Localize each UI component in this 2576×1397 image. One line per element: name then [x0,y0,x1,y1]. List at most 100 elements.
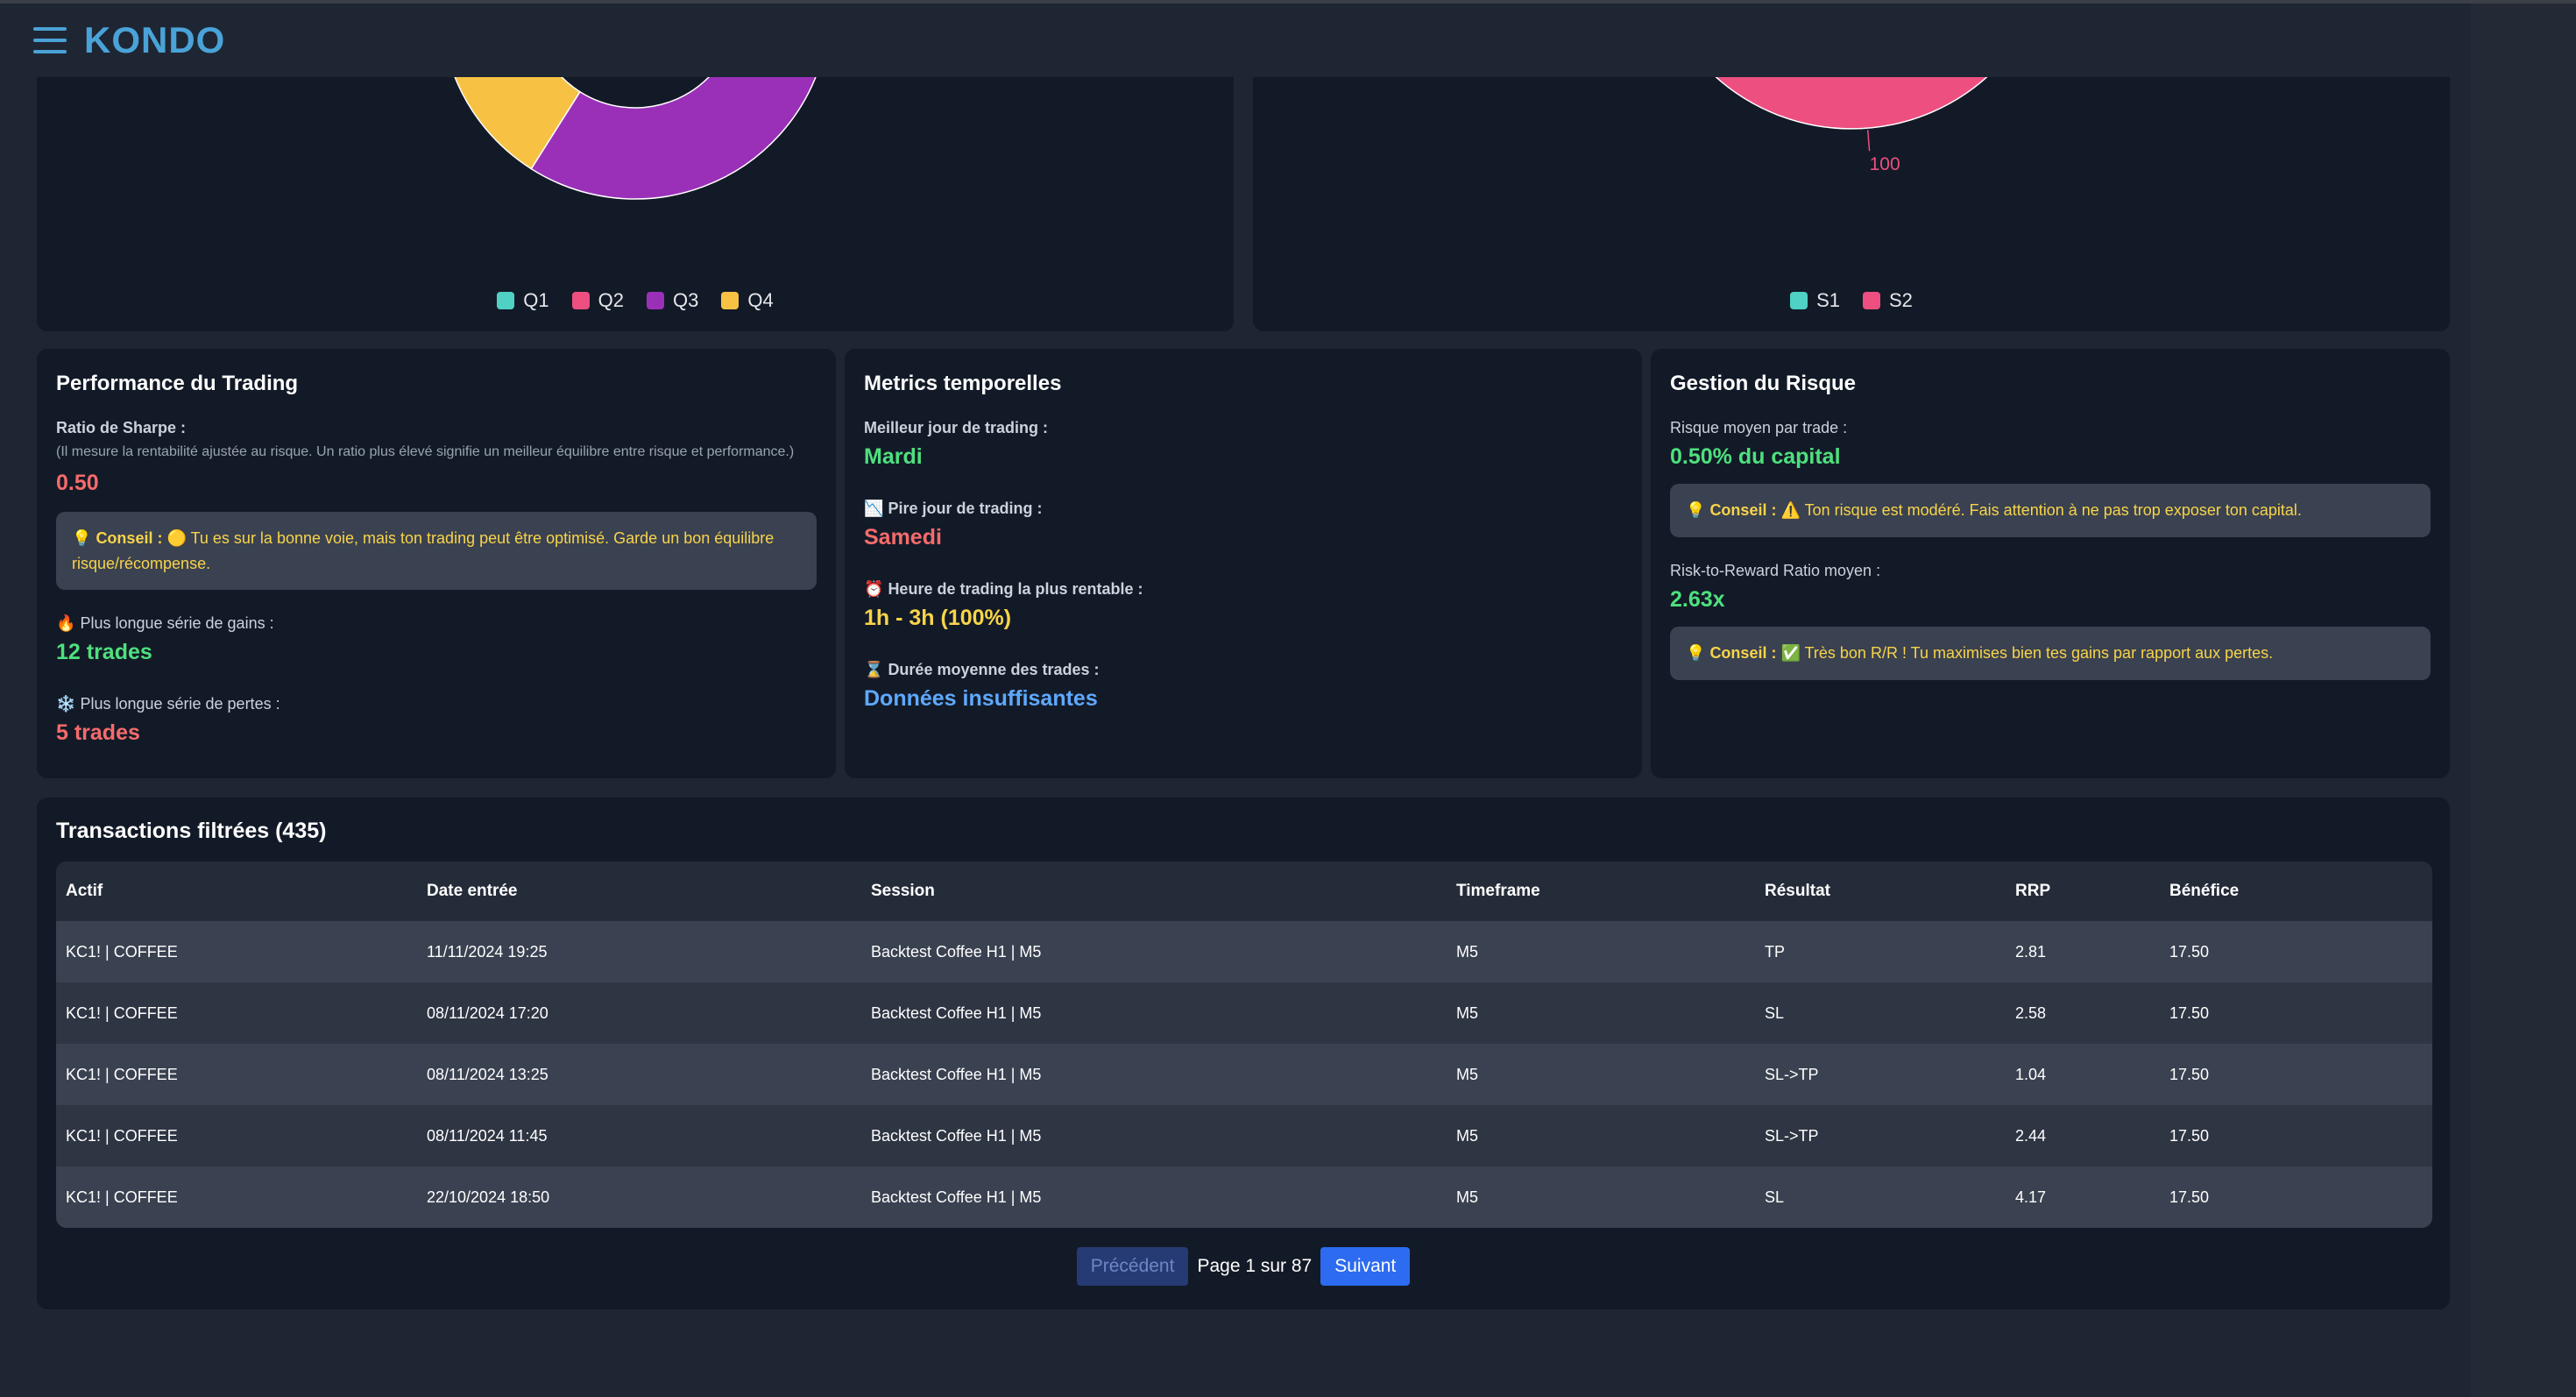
performance-card: Performance du Trading Ratio de Sharpe :… [37,349,836,778]
legend-item[interactable]: S1 [1790,289,1840,312]
column-header[interactable]: Date entrée [427,882,871,901]
table-cell: M5 [1456,1065,1479,1083]
table-cell: 17.50 [2169,1188,2210,1206]
table-cell: KC1! | COFFEE [66,1188,178,1206]
table-cell: 2.81 [2015,942,2047,961]
menu-icon[interactable] [33,27,67,53]
table-cell: 08/11/2024 17:20 [427,1003,548,1022]
legend-item[interactable]: Q4 [721,289,774,312]
column-header[interactable]: Résultat [1765,882,2015,901]
column-header[interactable]: RRP [2015,882,2169,901]
semester-pie-chart-card: 100 S1 S2 [1253,35,2450,331]
fire-icon: 🔥 [56,614,76,633]
transactions-card: Transactions filtrées (435) Actif Date en… [37,798,2450,1309]
avg-risk-label: Risque moyen par trade : [1670,419,1848,436]
risk-management-card: Gestion du Risque Risque moyen par trade… [1651,349,2450,778]
table-row[interactable]: KC1! | COFFEE 22/10/2024 18:50 Backtest Co… [56,1167,2432,1228]
sharpe-label: Ratio de Sharpe : [56,419,187,436]
data-label-connector [1866,130,1871,152]
temporal-title: Metrics temporelles [864,372,1062,395]
table-cell: TP [1765,942,1786,961]
rr-advice: 💡 Conseil : ✅ Très bon R/R ! Tu maximise… [1670,627,2431,680]
legend-label: Q1 [523,289,549,311]
worst-day-value: Samedi [864,525,942,550]
table-cell: Backtest Coffee H1 | M5 [871,942,1042,961]
column-header[interactable]: Timeframe [1456,882,1765,901]
table-cell: SL [1765,1188,1785,1206]
table-cell: 11/11/2024 19:25 [427,942,548,961]
legend-label: Q3 [673,289,699,311]
risk-title: Gestion du Risque [1670,372,1857,395]
table-cell: 17.50 [2169,1065,2210,1083]
lightbulb-icon: 💡 [72,529,92,548]
table-cell: 17.50 [2169,1126,2210,1145]
column-header[interactable]: Bénéfice [2169,882,2432,901]
win-streak-label: 🔥 Plus longue série de gains : [56,614,274,633]
best-day-value: Mardi [864,444,923,469]
hourglass-icon: ⌛ [864,661,884,679]
next-page-button[interactable]: Suivant [1320,1247,1411,1286]
table-cell: 17.50 [2169,1003,2210,1022]
table-cell: KC1! | COFFEE [66,1126,178,1145]
table-cell: Backtest Coffee H1 | M5 [871,1188,1042,1206]
column-header[interactable]: Session [871,882,1456,901]
sharpe-note: (Il mesure la rentabilité ajustée au ris… [56,444,795,459]
table-cell: 22/10/2024 18:50 [427,1188,550,1206]
pagination: Précédent Page 1 sur 87 Suivant [56,1247,2431,1286]
semester-pie-chart: 100 [1679,35,2024,174]
column-header[interactable]: Actif [56,882,427,901]
table-row[interactable]: KC1! | COFFEE 08/11/2024 13:25 Backtest Co… [56,1044,2432,1105]
legend-item[interactable]: Q2 [571,289,624,312]
lightbulb-icon: 💡 [1686,501,1706,520]
check-mark-icon: ✅ [1780,644,1801,663]
table-cell: KC1! | COFFEE [66,942,178,961]
alarm-clock-icon: ⏰ [864,580,884,599]
table-cell: 4.17 [2015,1188,2047,1206]
table-row[interactable]: KC1! | COFFEE 08/11/2024 11:45 Backtest Co… [56,1105,2432,1167]
best-hour-label: ⏰ Heure de trading la plus rentable : [864,580,1143,599]
table-row[interactable]: KC1! | COFFEE 11/11/2024 19:25 Backtest Co… [56,921,2432,982]
legend-swatch [497,292,515,309]
legend-label: Q4 [747,289,774,311]
legend-swatch [1863,292,1880,309]
avg-risk-value: 0.50% du capital [1670,444,1841,469]
best-hour-value: 1h - 3h (100%) [864,606,1012,630]
scrollbar-gutter [2471,4,2576,1397]
avg-duration-label: ⌛ Durée moyenne des trades : [864,661,1100,679]
table-cell: M5 [1456,1126,1479,1145]
table-cell: 17.50 [2169,942,2210,961]
lightbulb-icon: 💡 [1686,644,1706,663]
avg-duration-value: Données insuffisantes [864,686,1098,711]
legend-item[interactable]: Q1 [497,289,549,312]
legend-item[interactable]: Q3 [647,289,698,312]
legend-swatch [1790,292,1808,309]
legend-label: Q2 [598,289,624,311]
app-logo[interactable]: KONDO [84,19,225,61]
table-cell: SL [1765,1003,1785,1022]
app-header: KONDO [0,4,2471,77]
data-label: 100 [1870,154,1900,174]
previous-page-button[interactable]: Précédent [1076,1247,1189,1286]
best-day-label: Meilleur jour de trading : [864,419,1049,436]
table-row[interactable]: KC1! | COFFEE 08/11/2024 17:20 Backtest Co… [56,982,2432,1044]
performance-title: Performance du Trading [56,372,299,395]
legend-item[interactable]: S2 [1863,289,1913,312]
snowflake-icon: ❄️ [56,695,76,713]
advice-prefix: Conseil : [1709,644,1777,662]
loss-streak-label: ❄️ Plus longue série de pertes : [56,695,280,713]
table-cell: M5 [1456,942,1479,961]
table-cell: SL->TP [1765,1126,1819,1145]
rr-label: Risk-to-Reward Ratio moyen : [1670,562,1881,579]
table-cell: 08/11/2024 11:45 [427,1126,548,1145]
advice-prefix: Conseil : [1709,501,1777,519]
transactions-title: Transactions filtrées (435) [56,819,327,843]
risk-advice: 💡 Conseil : ⚠️ Ton risque est modéré. Fa… [1670,484,2431,537]
quarter-pie-chart: 58.9841.02 [442,35,828,200]
advice-text: Très bon R/R ! Tu maximises bien tes gai… [1804,644,2274,662]
yellow-circle-icon: 🟡 [166,529,187,548]
chart-down-icon: 📉 [864,500,884,518]
transactions-table: Actif Date entrée Session Timeframe Résultat… [56,862,2432,1228]
table-cell: SL->TP [1765,1065,1819,1083]
sharpe-advice: 💡 Conseil : 🟡 Tu es sur la bonne voie, m… [56,512,817,590]
table-cell: Backtest Coffee H1 | M5 [871,1126,1042,1145]
